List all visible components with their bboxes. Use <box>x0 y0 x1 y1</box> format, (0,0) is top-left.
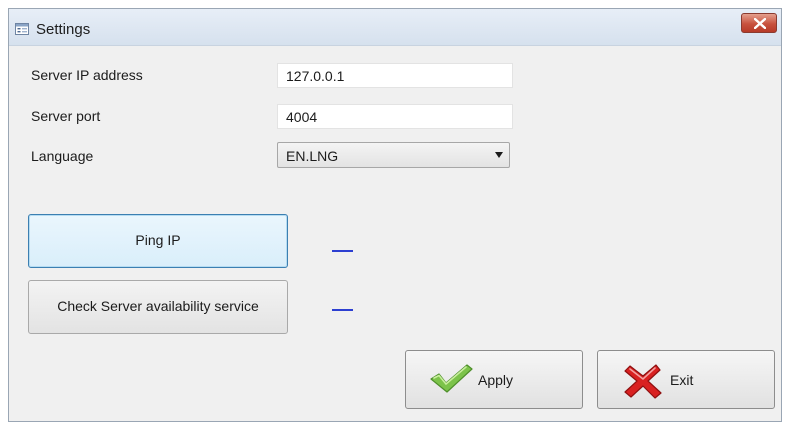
check-server-button[interactable]: Check Server availability service <box>28 280 288 334</box>
ping-ip-button[interactable]: Ping IP <box>28 214 288 268</box>
exit-button[interactable]: Exit <box>597 350 775 409</box>
ping-ip-button-label: Ping IP <box>135 232 181 248</box>
language-label: Language <box>31 148 94 164</box>
red-x-icon <box>624 363 662 404</box>
close-icon <box>754 18 766 29</box>
settings-window: Settings Server IP address Server port L… <box>8 8 782 422</box>
check-status-indicator: — <box>332 309 353 311</box>
checkmark-icon <box>428 362 474 399</box>
server-port-label: Server port <box>31 108 101 124</box>
language-select[interactable]: EN.LNG <box>277 142 510 168</box>
title-bar[interactable]: Settings <box>9 9 781 46</box>
exit-button-label: Exit <box>670 372 694 388</box>
chevron-down-icon <box>495 152 503 158</box>
settings-window-icon <box>15 22 29 36</box>
check-server-button-label: Check Server availability service <box>57 298 259 314</box>
close-button[interactable] <box>741 13 777 33</box>
server-port-field[interactable] <box>277 104 513 129</box>
apply-button[interactable]: Apply <box>405 350 583 409</box>
apply-button-label: Apply <box>478 372 514 388</box>
server-ip-label: Server IP address <box>31 67 143 83</box>
language-select-value: EN.LNG <box>286 148 339 164</box>
ping-status-indicator: — <box>332 250 353 252</box>
server-ip-field[interactable] <box>277 63 513 88</box>
window-title: Settings <box>36 21 91 38</box>
